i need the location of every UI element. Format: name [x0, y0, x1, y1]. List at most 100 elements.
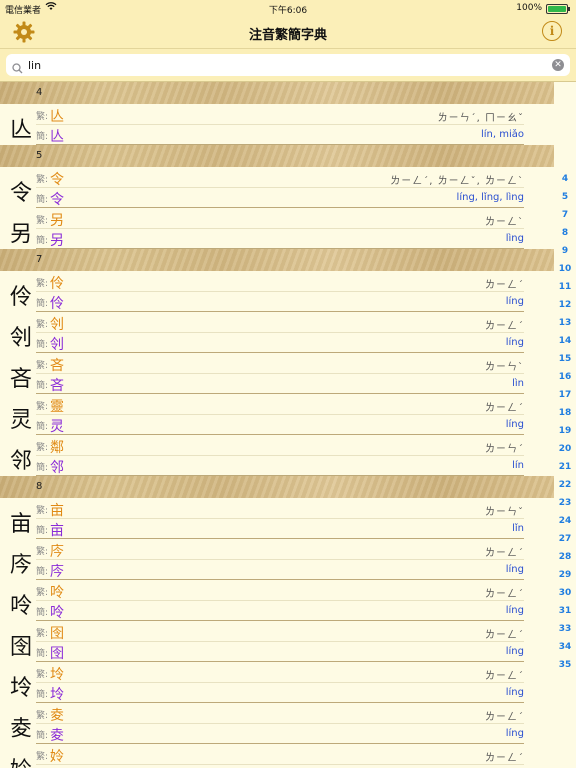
section-index-item[interactable]: 17 — [554, 386, 576, 404]
pinyin-reading: líng — [505, 646, 524, 657]
traditional-label: 繁: — [36, 588, 49, 598]
section-index-item[interactable]: 9 — [554, 242, 576, 260]
list-item[interactable]: 灵 繁: 靈 ㄌㄧㄥˊ 簡: 灵 líng — [0, 394, 554, 435]
list-item[interactable]: 刢 繁: 刢 ㄌㄧㄥˊ 簡: 刢 líng — [0, 312, 554, 353]
section-index-item[interactable]: 19 — [554, 422, 576, 440]
pinyin-reading: lìn — [512, 378, 524, 389]
traditional-character: 亩 — [50, 503, 64, 519]
entry-character: 庈 — [10, 553, 33, 578]
section-index-item[interactable]: 22 — [554, 476, 576, 494]
simplified-character: 呤 — [50, 605, 64, 621]
entry-character: 夌 — [10, 717, 33, 742]
list-item[interactable]: 吝 繁: 吝 ㄌㄧㄣˋ 簡: 吝 lìn — [0, 353, 554, 394]
pinyin-reading: líng — [505, 337, 524, 348]
zhuyin-reading: ㄌㄧㄣˊ, ㄇㄧㄠˇ — [437, 113, 524, 124]
simplified-row: 簡: 亾 lín, miǎo — [36, 125, 524, 145]
traditional-character: 姈 — [50, 749, 64, 765]
section-index-item[interactable]: 12 — [554, 296, 576, 314]
zhuyin-reading: ㄌㄧㄥˊ — [485, 630, 524, 641]
section-index-item[interactable]: 4 — [554, 170, 576, 188]
entry-character: 吝 — [10, 367, 33, 392]
section-header: 4 — [0, 82, 554, 104]
clear-icon[interactable]: ✕ — [552, 59, 564, 71]
list-item[interactable]: 邻 繁: 鄰 ㄌㄧㄣˊ 簡: 邻 lín — [0, 435, 554, 476]
list-item[interactable]: 呤 繁: 呤 ㄌㄧㄥˊ 簡: 呤 líng — [0, 580, 554, 621]
simplified-label: 簡: — [36, 195, 49, 205]
traditional-label: 繁: — [36, 279, 49, 289]
section-index-item[interactable]: 34 — [554, 638, 576, 656]
section-index-item[interactable]: 10 — [554, 260, 576, 278]
simplified-label: 簡: — [36, 690, 49, 700]
zhuyin-reading: ㄌㄧㄣˇ — [485, 507, 524, 518]
section-index-item[interactable]: 8 — [554, 224, 576, 242]
section-index-item[interactable]: 5 — [554, 188, 576, 206]
simplified-row: 簡: 庈 líng — [36, 560, 524, 580]
list-item[interactable]: 囹 繁: 囹 ㄌㄧㄥˊ 簡: 囹 líng — [0, 621, 554, 662]
search-box[interactable]: ✕ — [6, 54, 570, 76]
section-index-item[interactable]: 15 — [554, 350, 576, 368]
simplified-row: 簡: 夌 líng — [36, 724, 524, 744]
simplified-row: 簡: 令 líng, lǐng, lìng — [36, 188, 524, 208]
section-index-item[interactable]: 11 — [554, 278, 576, 296]
results-list[interactable]: 4 亾 繁: 亾 ㄌㄧㄣˊ, ㄇㄧㄠˇ 簡: 亾 lín, miǎo 5 令 繁… — [0, 82, 554, 768]
list-item[interactable]: 坽 繁: 坽 ㄌㄧㄥˊ 簡: 坽 líng — [0, 662, 554, 703]
list-item[interactable]: 另 繁: 另 ㄌㄧㄥˋ 簡: 另 lìng — [0, 208, 554, 249]
pinyin-reading: lín — [512, 460, 524, 471]
section-index-item[interactable]: 28 — [554, 548, 576, 566]
section-header: 5 — [0, 145, 554, 167]
section-index-item[interactable]: 14 — [554, 332, 576, 350]
list-item[interactable]: 令 繁: 令 ㄌㄧㄥˊ, ㄌㄧㄥˇ, ㄌㄧㄥˋ 簡: 令 líng, lǐng,… — [0, 167, 554, 208]
traditional-row: 繁: 呤 ㄌㄧㄥˊ — [36, 581, 524, 601]
section-index-item[interactable]: 13 — [554, 314, 576, 332]
simplified-label: 簡: — [36, 649, 49, 659]
traditional-label: 繁: — [36, 320, 49, 330]
section-header: 8 — [0, 476, 554, 498]
traditional-character: 令 — [50, 172, 64, 188]
section-index-item[interactable]: 16 — [554, 368, 576, 386]
section-index-item[interactable]: 35 — [554, 656, 576, 674]
section-index-item[interactable]: 7 — [554, 206, 576, 224]
traditional-character: 吝 — [50, 358, 64, 374]
traditional-row: 繁: 庈 ㄌㄧㄥˊ — [36, 540, 524, 560]
traditional-label: 繁: — [36, 547, 49, 557]
zhuyin-reading: ㄌㄧㄣˋ — [485, 362, 524, 373]
section-index-item[interactable]: 29 — [554, 566, 576, 584]
section-index-item[interactable]: 20 — [554, 440, 576, 458]
section-index-item[interactable]: 27 — [554, 530, 576, 548]
simplified-label: 簡: — [36, 567, 49, 577]
traditional-row: 繁: 鄰 ㄌㄧㄣˊ — [36, 436, 524, 456]
traditional-label: 繁: — [36, 506, 49, 516]
section-index-item[interactable]: 21 — [554, 458, 576, 476]
pinyin-reading: líng — [505, 605, 524, 616]
simplified-row: 簡: 坽 líng — [36, 683, 524, 703]
section-index-item[interactable]: 31 — [554, 602, 576, 620]
simplified-row: 簡: 刢 líng — [36, 333, 524, 353]
simplified-label: 簡: — [36, 381, 49, 391]
entry-character: 囹 — [10, 635, 33, 660]
section-index-item[interactable]: 23 — [554, 494, 576, 512]
section-index-item[interactable]: 18 — [554, 404, 576, 422]
zhuyin-reading: ㄌㄧㄥˊ, ㄌㄧㄥˇ, ㄌㄧㄥˋ — [390, 176, 524, 187]
info-icon[interactable]: i — [542, 21, 562, 41]
section-index-item[interactable]: 33 — [554, 620, 576, 638]
traditional-row: 繁: 囹 ㄌㄧㄥˊ — [36, 622, 524, 642]
traditional-row: 繁: 吝 ㄌㄧㄣˋ — [36, 354, 524, 374]
list-item[interactable]: 夌 繁: 夌 ㄌㄧㄥˊ 簡: 夌 líng — [0, 703, 554, 744]
traditional-row: 繁: 伶 ㄌㄧㄥˊ — [36, 272, 524, 292]
traditional-row: 繁: 坽 ㄌㄧㄥˊ — [36, 663, 524, 683]
zhuyin-reading: ㄌㄧㄥˊ — [485, 548, 524, 559]
list-item[interactable]: 伶 繁: 伶 ㄌㄧㄥˊ 簡: 伶 líng — [0, 271, 554, 312]
list-item[interactable]: 庈 繁: 庈 ㄌㄧㄥˊ 簡: 庈 líng — [0, 539, 554, 580]
pinyin-reading: líng — [505, 687, 524, 698]
list-item[interactable]: 亾 繁: 亾 ㄌㄧㄣˊ, ㄇㄧㄠˇ 簡: 亾 lín, miǎo — [0, 104, 554, 145]
entry-character: 亩 — [10, 512, 33, 537]
search-input[interactable] — [28, 57, 528, 73]
navigation-bar: 注音繁簡字典 i — [0, 16, 576, 49]
section-index[interactable]: 4 5 7 8 9 10 11 12 13 14 15 16 17 18 19 20 21 22 23 24 27 28 2… — [554, 170, 576, 674]
list-item[interactable]: 亩 繁: 亩 ㄌㄧㄣˇ 簡: 亩 lǐn — [0, 498, 554, 539]
section-index-item[interactable]: 30 — [554, 584, 576, 602]
list-item[interactable]: 姈 繁: 姈 ㄌㄧㄥˊ 簡: — [0, 744, 554, 768]
section-index-item[interactable]: 24 — [554, 512, 576, 530]
simplified-label: 簡: — [36, 422, 49, 432]
traditional-character: 亾 — [50, 109, 64, 125]
